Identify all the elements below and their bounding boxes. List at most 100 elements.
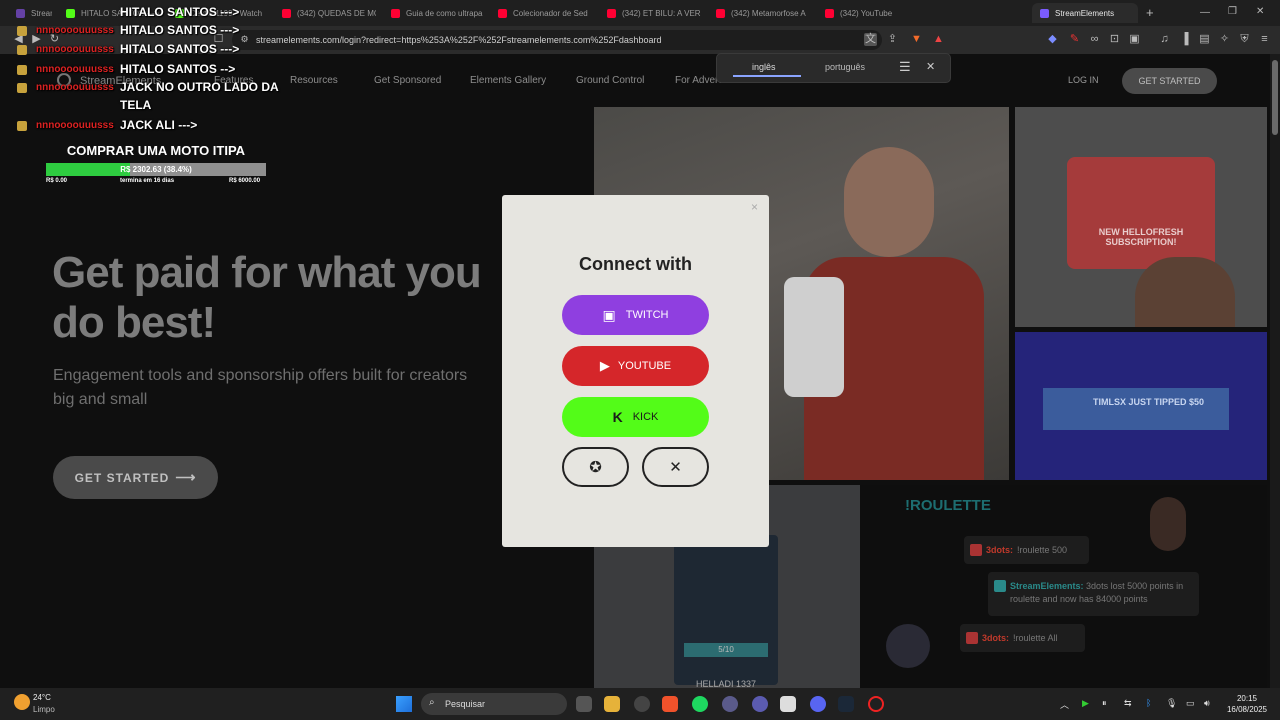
tab-title: Stream - Kick xyxy=(31,8,52,18)
streamer-face xyxy=(844,147,934,257)
brave-icon[interactable] xyxy=(662,696,678,712)
weather-temp[interactable]: 24°C xyxy=(33,693,51,702)
vpn-icon[interactable]: ⛨ xyxy=(1238,33,1251,46)
active-tab-indicator xyxy=(733,75,801,77)
tip-text: TIMLSX JUST TIPPED $50 xyxy=(1093,397,1205,407)
tab-favicon-icon xyxy=(16,8,25,18)
weather-icon[interactable] xyxy=(14,694,30,710)
tray-app-icon[interactable]: ⇆ xyxy=(1124,698,1132,709)
browser-tab[interactable]: StreamElements xyxy=(1032,3,1138,23)
hero-get-started-button[interactable]: GET STARTED ⟶ xyxy=(53,456,218,499)
tab-favicon-icon xyxy=(716,8,725,18)
share-icon[interactable]: ⇪ xyxy=(886,33,899,46)
close-window-button[interactable]: ✕ xyxy=(1256,6,1264,17)
goal-progress-text: R$ 2302.63 (38.4%) xyxy=(120,165,192,174)
chat-message: StreamElements: 3dots lost 5000 points i… xyxy=(988,572,1199,616)
browser-tab[interactable]: (342) Metamorfose A xyxy=(708,3,810,23)
taskbar-search[interactable]: Pesquisar xyxy=(421,693,567,715)
extension-icon[interactable]: ∞ xyxy=(1088,33,1101,46)
nav-elements-gallery[interactable]: Elements Gallery xyxy=(470,75,546,86)
close-icon[interactable]: ✕ xyxy=(926,60,935,73)
meme-avatar xyxy=(1150,497,1186,551)
tab-favicon-icon xyxy=(1040,8,1049,18)
microphone-icon[interactable]: 🎙︎ xyxy=(1166,698,1177,709)
brave-rewards-icon[interactable]: ▲ xyxy=(932,33,945,46)
browser-tab[interactable]: Stream - Kick xyxy=(8,3,52,23)
site-info-icon[interactable]: ⚙ xyxy=(238,33,251,46)
music-icon[interactable]: ♫ xyxy=(1158,33,1171,46)
nav-ground-control[interactable]: Ground Control xyxy=(576,75,644,86)
address-input[interactable]: streamelements.com/login?redirect=https%… xyxy=(232,30,882,50)
modal-close-icon[interactable]: × xyxy=(751,200,758,214)
steam-icon[interactable] xyxy=(838,696,854,712)
bluetooth-icon[interactable]: ᛒ xyxy=(1146,698,1151,708)
tray-chevron-icon[interactable]: ︿ xyxy=(1060,698,1069,711)
extension-icon[interactable]: ⊡ xyxy=(1108,33,1121,46)
scrollbar-thumb[interactable] xyxy=(1272,60,1278,135)
get-started-nav-button[interactable]: GET STARTED xyxy=(1122,68,1217,94)
browser-tab[interactable]: (342) ET BILU: A VERD xyxy=(599,3,701,23)
overlay-message: HITALO SANTOS ---> xyxy=(120,42,240,56)
app-icon[interactable] xyxy=(722,696,738,712)
network-icon[interactable]: ▭ xyxy=(1186,698,1195,709)
kick-label: KICK xyxy=(632,411,659,423)
app-icon[interactable] xyxy=(752,696,768,712)
overlay-username: nnnoooouuusss xyxy=(36,82,114,93)
minimize-button[interactable]: — xyxy=(1200,7,1210,18)
trovo-login-button[interactable]: ✪ xyxy=(562,447,629,487)
new-tab-button[interactable]: + xyxy=(1146,5,1154,20)
tab-favicon-icon xyxy=(825,8,834,18)
weather-desc[interactable]: Limpo xyxy=(33,705,55,714)
file-explorer-icon[interactable] xyxy=(604,696,620,712)
youtube-login-button[interactable]: ▶ YOUTUBE xyxy=(562,346,709,386)
translate-tab-portuguese[interactable]: português xyxy=(825,62,865,72)
tray-app-icon[interactable]: ▶ xyxy=(1082,698,1089,709)
menu-icon[interactable]: ☰ xyxy=(899,59,911,75)
clock-date: 16/08/2025 xyxy=(1226,705,1268,714)
taskbar-clock[interactable]: 20:15 16/08/2025 xyxy=(1222,693,1272,715)
browser-tab[interactable]: Guia de como ultrapa xyxy=(383,3,485,23)
search-icon: ⌕ xyxy=(429,697,435,708)
chat-badge-icon xyxy=(17,45,27,55)
translate-icon[interactable]: 文 xyxy=(864,33,877,46)
menu-icon[interactable]: ≡ xyxy=(1258,33,1271,46)
kick-login-button[interactable]: K KICK xyxy=(562,397,709,437)
wallet-icon[interactable]: ▤ xyxy=(1198,33,1211,46)
browser-tab[interactable]: Colecionador de Sed xyxy=(490,3,592,23)
maximize-button[interactable]: ❐ xyxy=(1228,6,1237,17)
extension-icon[interactable]: ✎ xyxy=(1068,33,1081,46)
volume-icon[interactable]: 🔊︎ xyxy=(1204,698,1210,709)
brave-shields-icon[interactable]: ▼ xyxy=(910,33,923,46)
x-login-button[interactable]: ✕ xyxy=(642,447,709,487)
tip-banner xyxy=(1043,388,1229,430)
overlay-username: nnnoooouuusss xyxy=(36,120,114,131)
translate-tab-english[interactable]: inglês xyxy=(752,62,776,72)
twitch-login-button[interactable]: ▣ TWITCH xyxy=(562,295,709,335)
nav-resources[interactable]: Resources xyxy=(290,75,338,86)
goal-min: R$ 0.00 xyxy=(46,178,68,184)
twitch-icon: ▣ xyxy=(602,306,616,323)
chat-message: 3dots: !roulette All xyxy=(960,624,1085,652)
scrollbar[interactable] xyxy=(1270,54,1280,688)
card-counter: 5/10 xyxy=(684,643,768,657)
spotify-icon[interactable] xyxy=(692,696,708,712)
notepad-icon[interactable] xyxy=(780,696,796,712)
extension-icon[interactable]: ◆ xyxy=(1046,33,1059,46)
hero-subtitle: Engagement tools and sponsorship offers … xyxy=(53,367,468,408)
task-view-icon[interactable] xyxy=(576,696,592,712)
browser-tab[interactable]: (342) YouTube xyxy=(817,3,919,23)
chat-badge-icon xyxy=(17,26,27,36)
overlay-message: JACK ALI ---> xyxy=(120,118,198,132)
leo-ai-icon[interactable]: ✧ xyxy=(1218,33,1231,46)
tab-favicon-icon xyxy=(607,8,616,18)
extension-icon[interactable]: ▣ xyxy=(1128,33,1141,46)
windows-start-icon[interactable] xyxy=(396,696,412,712)
obs-icon[interactable] xyxy=(634,696,650,712)
discord-icon[interactable] xyxy=(810,696,826,712)
login-link[interactable]: LOG IN xyxy=(1068,75,1099,85)
tray-app-icon[interactable]: ⏸ xyxy=(1102,698,1107,709)
browser-tab[interactable]: (342) QUEDAS DE MO xyxy=(274,3,376,23)
sidebar-icon[interactable]: ▐ xyxy=(1178,33,1191,46)
nav-get-sponsored[interactable]: Get Sponsored xyxy=(374,75,441,86)
opera-icon[interactable] xyxy=(868,696,884,712)
